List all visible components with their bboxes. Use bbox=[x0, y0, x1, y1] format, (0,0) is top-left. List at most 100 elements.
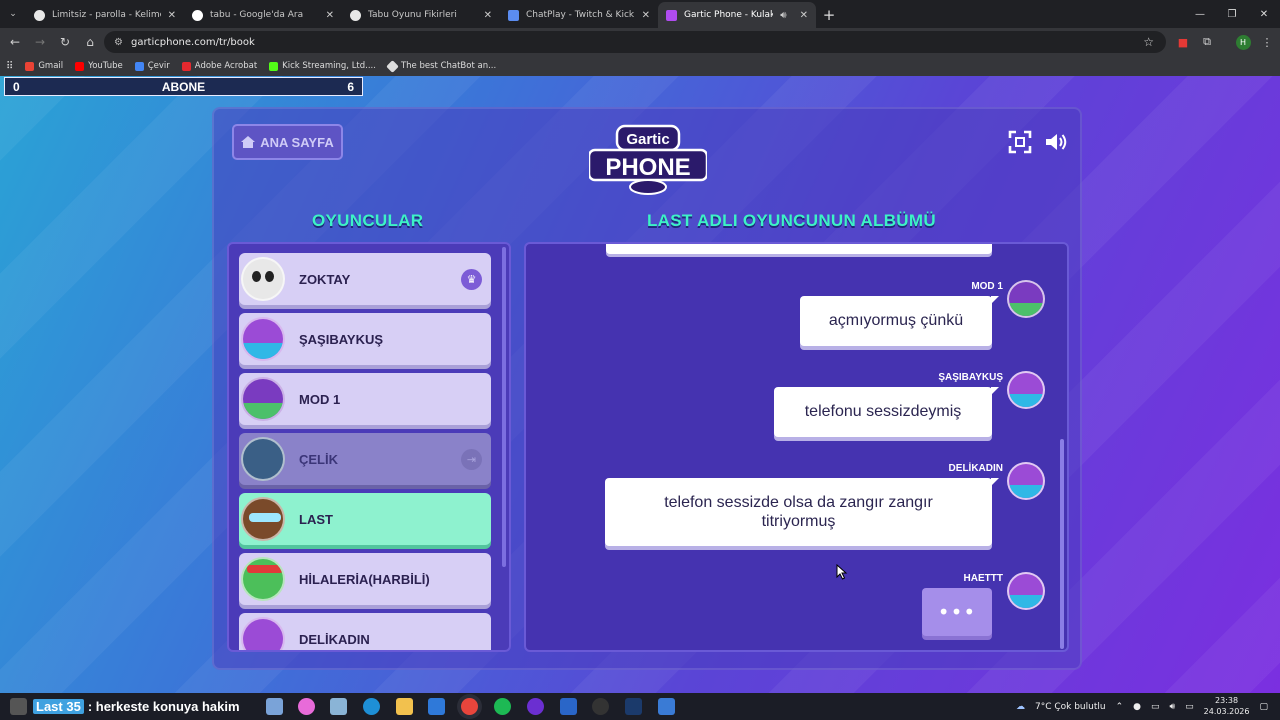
bookmarks-bar: ⠿ Gmail YouTube Çevir Adobe Acrobat Kick… bbox=[0, 56, 1280, 76]
start-icon[interactable] bbox=[10, 698, 27, 715]
owl-avatar-icon bbox=[241, 377, 285, 421]
message-text: telefon sessizde olsa da zangır zangır t… bbox=[664, 493, 933, 530]
copilot-icon[interactable] bbox=[298, 698, 315, 715]
player-row[interactable]: ZOKTAY ♛ bbox=[239, 253, 491, 305]
browser-tab[interactable]: tabu - Google'da Ara ✕ bbox=[184, 2, 342, 28]
album-message: açmıyormuş çünkü bbox=[800, 296, 999, 346]
close-tab-icon[interactable]: ✕ bbox=[168, 10, 176, 21]
notifications-icon[interactable]: ▢ bbox=[1259, 702, 1268, 712]
new-tab-button[interactable]: + bbox=[816, 2, 842, 28]
bookmark-youtube[interactable]: YouTube bbox=[75, 61, 123, 71]
spotify-icon[interactable] bbox=[494, 698, 511, 715]
logo-top-text: Gartic bbox=[626, 131, 669, 148]
sound-icon[interactable] bbox=[1044, 130, 1068, 154]
home-icon[interactable]: ⌂ bbox=[78, 30, 102, 54]
owl-avatar-icon bbox=[1007, 462, 1045, 500]
bookmark-chatbot[interactable]: The best ChatBot an... bbox=[386, 59, 497, 73]
top-controls bbox=[1008, 130, 1068, 154]
tab-title: Limitsiz - parolla - Kelime oyunu bbox=[52, 10, 161, 20]
players-scrollbar[interactable] bbox=[502, 247, 506, 567]
bookmark-star-icon[interactable]: ☆ bbox=[1143, 35, 1154, 49]
tray-chevron-icon[interactable]: ⌃ bbox=[1116, 702, 1124, 712]
app-icon[interactable] bbox=[658, 698, 675, 715]
home-button[interactable]: ANA SAYFA bbox=[232, 124, 343, 160]
album-scrollbar[interactable] bbox=[1060, 439, 1064, 649]
clock-date: 24.03.2026 bbox=[1203, 706, 1250, 716]
obs-icon[interactable] bbox=[592, 698, 609, 715]
close-tab-icon[interactable]: ✕ bbox=[326, 10, 334, 21]
album-message: telefonu sessizdeymiş bbox=[774, 387, 999, 437]
bookmark-acrobat[interactable]: Adobe Acrobat bbox=[181, 61, 257, 71]
album-message: telefon sessizde olsa da zangır zangır t… bbox=[605, 478, 999, 546]
tab-search-icon[interactable]: ⌄ bbox=[0, 0, 26, 28]
player-name: ZOKTAY bbox=[299, 271, 351, 287]
reload-icon[interactable]: ↻ bbox=[53, 30, 77, 54]
browser-tab[interactable]: Tabu Oyunu Fikirleri ✕ bbox=[342, 2, 500, 28]
clock-time: 23:38 bbox=[1215, 696, 1239, 706]
bookmark-kick[interactable]: Kick Streaming, Ltd.... bbox=[269, 61, 376, 71]
mail-icon[interactable] bbox=[428, 698, 445, 715]
notepad-icon[interactable] bbox=[330, 698, 347, 715]
forward-icon[interactable]: → bbox=[28, 30, 52, 54]
stream-scoreboard: 0 ABONE 6 bbox=[4, 77, 363, 96]
apps-grid-icon[interactable]: ⠿ bbox=[6, 61, 13, 72]
edge-icon[interactable] bbox=[363, 698, 380, 715]
microphone-icon[interactable]: ● bbox=[1133, 702, 1141, 712]
bookmark-label: Çevir bbox=[147, 61, 170, 71]
left-game-icon: ⇥ bbox=[461, 448, 482, 470]
battery-icon[interactable]: ▭ bbox=[1185, 702, 1194, 712]
bookmark-gmail[interactable]: Gmail bbox=[25, 61, 63, 71]
clock[interactable]: 23:38 24.03.2026 bbox=[1204, 696, 1250, 717]
fullscreen-icon[interactable] bbox=[1008, 130, 1032, 154]
volume-icon[interactable]: 🔊︎ bbox=[1169, 702, 1175, 712]
weather-icon[interactable]: ☁ bbox=[1016, 702, 1025, 712]
profile-avatar[interactable]: H bbox=[1232, 28, 1254, 56]
player-row-selected[interactable]: LAST bbox=[239, 493, 491, 545]
file-explorer-icon[interactable] bbox=[396, 698, 413, 715]
browser-tab[interactable]: ChatPlay - Twitch & Kick İzleyici ✕ bbox=[500, 2, 658, 28]
browser-menu-icon[interactable]: ⋮ bbox=[1256, 28, 1278, 56]
app-icon[interactable] bbox=[266, 698, 283, 715]
restore-icon[interactable]: ❐ bbox=[1216, 0, 1248, 28]
player-row[interactable]: HİLALERİA(HARBİLİ) bbox=[239, 553, 491, 605]
bookmark-label: The best ChatBot an... bbox=[400, 61, 497, 71]
frog-avatar-icon bbox=[241, 557, 285, 601]
close-window-icon[interactable]: ✕ bbox=[1248, 0, 1280, 28]
extensions-puzzle-icon[interactable]: ⧉ bbox=[1196, 28, 1218, 56]
player-row-left[interactable]: ÇELİK ⇥ bbox=[239, 433, 491, 485]
url-field[interactable]: ⚙ garticphone.com/tr/book ☆ bbox=[104, 31, 1166, 53]
network-icon[interactable]: ▭ bbox=[1151, 702, 1160, 712]
extension-icon[interactable]: ■ bbox=[1172, 28, 1194, 56]
host-crown-icon: ♛ bbox=[461, 268, 482, 290]
browser-tab[interactable]: Limitsiz - parolla - Kelime oyunu ✕ bbox=[26, 2, 184, 28]
browser-tab-active[interactable]: Gartic Phone - Kulaktan Kulağa 🔊︎ ✕ bbox=[658, 2, 816, 28]
app-icon[interactable] bbox=[560, 698, 577, 715]
parolla-favicon-icon bbox=[34, 9, 45, 21]
bookmark-label: Kick Streaming, Ltd.... bbox=[282, 61, 376, 71]
chatbot-icon bbox=[386, 59, 399, 73]
gartic-page: 0 ABONE 6 ANA SAYFA Gartic PHONE OYUNCUL… bbox=[0, 76, 1280, 693]
logo-bottom-text: PHONE bbox=[605, 154, 690, 181]
site-info-icon[interactable]: ⚙ bbox=[114, 37, 123, 48]
back-icon[interactable]: ← bbox=[3, 30, 27, 54]
panda-avatar-icon bbox=[241, 257, 285, 301]
close-tab-icon[interactable]: ✕ bbox=[484, 10, 492, 21]
close-tab-icon[interactable]: ✕ bbox=[800, 10, 808, 21]
tab-title: ChatPlay - Twitch & Kick İzleyici bbox=[526, 10, 635, 20]
app-icon[interactable] bbox=[527, 698, 544, 715]
player-row[interactable]: ŞAŞIBAYKUŞ bbox=[239, 313, 491, 365]
players-list: ZOKTAY ♛ ŞAŞIBAYKUŞ MOD 1 ÇELİK ⇥ LAST H… bbox=[227, 242, 511, 652]
stream-chat-ticker: Last 35 : herkeste konuya hakim bbox=[33, 694, 240, 719]
close-tab-icon[interactable]: ✕ bbox=[642, 10, 650, 21]
player-row[interactable]: DELİKADIN bbox=[239, 613, 491, 650]
player-name: HİLALERİA(HARBİLİ) bbox=[299, 571, 430, 587]
chrome-icon[interactable] bbox=[461, 698, 478, 715]
url-text: garticphone.com/tr/book bbox=[130, 36, 255, 48]
bookmark-translate[interactable]: Çevir bbox=[134, 61, 170, 71]
audio-icon[interactable]: 🔊︎ bbox=[780, 10, 786, 21]
weather-text[interactable]: 7°C Çok bulutlu bbox=[1035, 702, 1106, 712]
steam-icon[interactable] bbox=[625, 698, 642, 715]
minimize-icon[interactable]: — bbox=[1184, 0, 1216, 28]
previous-card bbox=[606, 244, 992, 254]
player-row[interactable]: MOD 1 bbox=[239, 373, 491, 425]
